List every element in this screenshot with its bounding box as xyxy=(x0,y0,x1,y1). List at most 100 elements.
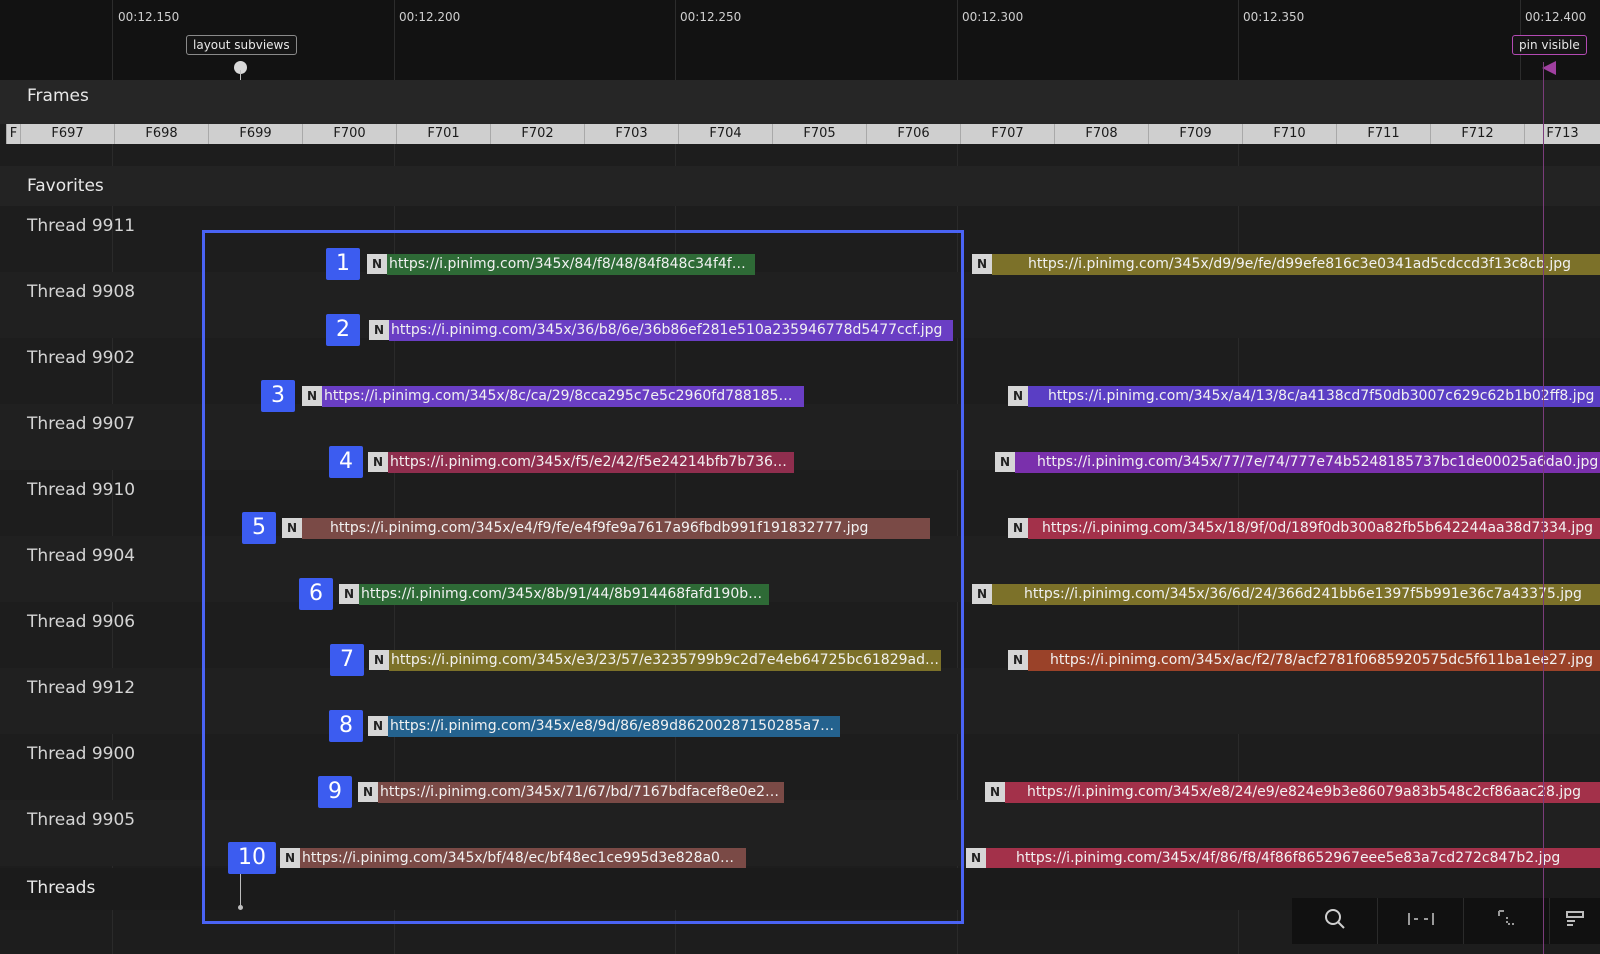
numbered-badge: 8 xyxy=(329,710,363,742)
panel-toggle-button[interactable] xyxy=(1550,898,1600,944)
network-interval-bar[interactable]: https://i.pinimg.com/345x/e3/23/57/e3235… xyxy=(389,650,941,671)
network-n-icon: N xyxy=(358,782,378,802)
network-n-icon: N xyxy=(369,320,389,340)
network-n-icon: N xyxy=(985,782,1005,802)
thread-name: Thread 9902 xyxy=(27,348,136,368)
thread-name: Thread 9904 xyxy=(27,546,136,566)
network-interval-bar[interactable]: https://i.pinimg.com/345x/e8/24/e9/e824e… xyxy=(1005,782,1600,803)
numbered-badge: 6 xyxy=(299,578,333,610)
frame-cell[interactable]: F702 xyxy=(490,124,584,144)
threads-label: Threads xyxy=(27,878,96,898)
frames-label: Frames xyxy=(27,86,89,106)
network-n-icon: N xyxy=(1008,518,1028,538)
crop-selection-icon xyxy=(1496,908,1518,935)
numbered-badge: 1 xyxy=(326,248,360,280)
frame-cell[interactable]: F709 xyxy=(1148,124,1242,144)
time-tick-label: 00:12.400 xyxy=(1525,10,1587,24)
network-interval-bar[interactable]: https://i.pinimg.com/345x/bf/48/ec/bf48e… xyxy=(300,848,746,869)
thread-name: Thread 9900 xyxy=(27,744,136,764)
numbered-badge: 7 xyxy=(330,644,364,676)
tick-line xyxy=(1238,0,1239,80)
frame-cell[interactable]: F706 xyxy=(866,124,960,144)
network-n-icon: N xyxy=(1008,386,1028,406)
timeline-app: 00:12.150 00:12.200 00:12.250 00:12.300 … xyxy=(0,0,1600,954)
frame-cell[interactable]: F708 xyxy=(1054,124,1148,144)
network-n-icon: N xyxy=(339,584,359,604)
tick-line xyxy=(675,0,676,80)
frame-cell[interactable]: F700 xyxy=(302,124,396,144)
frame-cell[interactable]: F710 xyxy=(1242,124,1336,144)
network-interval-bar[interactable]: https://i.pinimg.com/345x/84/f8/48/84f84… xyxy=(387,254,755,275)
network-interval-bar[interactable]: https://i.pinimg.com/345x/77/7e/74/777e7… xyxy=(1015,452,1600,473)
pin-visible-marker-label[interactable]: pin visible xyxy=(1512,35,1587,55)
network-interval-bar[interactable]: https://i.pinimg.com/345x/ac/f2/78/acf27… xyxy=(1028,650,1600,671)
tick-line xyxy=(957,0,958,80)
network-n-icon: N xyxy=(280,848,300,868)
network-interval-bar[interactable]: https://i.pinimg.com/345x/e4/f9/fe/e4f9f… xyxy=(302,518,930,539)
frame-cell[interactable]: F704 xyxy=(678,124,772,144)
pin-visible-line xyxy=(1543,62,1544,954)
thread-name: Thread 9911 xyxy=(27,216,136,236)
network-interval-bar[interactable]: https://i.pinimg.com/345x/e8/9d/86/e89d8… xyxy=(388,716,840,737)
network-interval-bar[interactable]: https://i.pinimg.com/345x/4f/86/f8/4f86f… xyxy=(986,848,1600,869)
crop-selection-button[interactable] xyxy=(1464,898,1551,944)
network-interval-bar[interactable]: https://i.pinimg.com/345x/a4/13/8c/a4138… xyxy=(1028,386,1600,407)
frame-cell[interactable]: F703 xyxy=(584,124,678,144)
frame-cell[interactable]: F705 xyxy=(772,124,866,144)
panel-toggle-icon xyxy=(1565,909,1585,934)
thread-name: Thread 9907 xyxy=(27,414,136,434)
timeline-toolbar xyxy=(1292,898,1600,944)
frame-cell[interactable]: F713 xyxy=(1524,124,1600,144)
fit-range-button[interactable] xyxy=(1378,898,1465,944)
time-tick-label: 00:12.200 xyxy=(399,10,461,24)
frame-cell[interactable]: F xyxy=(6,124,20,144)
tick-line xyxy=(394,0,395,80)
network-n-icon: N xyxy=(368,452,388,472)
network-interval-bar[interactable]: https://i.pinimg.com/345x/36/6d/24/366d2… xyxy=(992,584,1600,605)
network-n-icon: N xyxy=(972,254,992,274)
network-n-icon: N xyxy=(302,386,322,406)
layout-subviews-marker-label[interactable]: layout subviews xyxy=(186,35,297,55)
network-interval-bar[interactable]: https://i.pinimg.com/345x/f5/e2/42/f5e24… xyxy=(388,452,794,473)
frame-cell[interactable]: F707 xyxy=(960,124,1054,144)
numbered-badge: 9 xyxy=(318,776,352,808)
thread-name: Thread 9910 xyxy=(27,480,136,500)
numbered-badge: 2 xyxy=(326,314,360,346)
network-interval-bar[interactable]: https://i.pinimg.com/345x/8b/91/44/8b914… xyxy=(359,584,769,605)
frame-cell[interactable]: F697 xyxy=(20,124,114,144)
time-tick-label: 00:12.300 xyxy=(962,10,1024,24)
numbered-badge: 4 xyxy=(329,446,363,478)
network-interval-bar[interactable]: https://i.pinimg.com/345x/d9/9e/fe/d99ef… xyxy=(992,254,1600,275)
network-n-icon: N xyxy=(368,716,388,736)
layout-marker-end xyxy=(238,905,243,910)
network-n-icon: N xyxy=(1008,650,1028,670)
frame-cell[interactable]: F698 xyxy=(114,124,208,144)
network-n-icon: N xyxy=(369,650,389,670)
network-interval-bar[interactable]: https://i.pinimg.com/345x/71/67/bd/7167b… xyxy=(378,782,784,803)
layout-marker-stem xyxy=(240,868,241,908)
thread-name: Thread 9908 xyxy=(27,282,136,302)
thread-name: Thread 9906 xyxy=(27,612,136,632)
network-interval-bar[interactable]: https://i.pinimg.com/345x/18/9f/0d/189f0… xyxy=(1028,518,1600,539)
network-interval-bar[interactable]: https://i.pinimg.com/345x/8c/ca/29/8cca2… xyxy=(322,386,804,407)
network-n-icon: N xyxy=(972,584,992,604)
pin-flag-icon[interactable] xyxy=(1542,61,1556,75)
frames-track: Frames xyxy=(0,80,1600,124)
time-tick-label: 00:12.150 xyxy=(118,10,180,24)
frame-cell[interactable]: F711 xyxy=(1336,124,1430,144)
thread-name: Thread 9912 xyxy=(27,678,136,698)
frame-cell[interactable]: F701 xyxy=(396,124,490,144)
frame-cell[interactable]: F699 xyxy=(208,124,302,144)
network-interval-bar[interactable]: https://i.pinimg.com/345x/36/b8/6e/36b86… xyxy=(389,320,953,341)
search-icon xyxy=(1324,908,1346,935)
thread-name: Thread 9905 xyxy=(27,810,136,830)
numbered-badge: 3 xyxy=(261,380,295,412)
network-n-icon: N xyxy=(282,518,302,538)
numbered-badge: 5 xyxy=(242,512,276,544)
frame-cell[interactable]: F712 xyxy=(1430,124,1524,144)
network-n-icon: N xyxy=(995,452,1015,472)
search-button[interactable] xyxy=(1292,898,1379,944)
frame-strip: F F697 F698 F699 F700 F701 F702 F703 F70… xyxy=(6,124,1600,144)
network-n-icon: N xyxy=(966,848,986,868)
favorites-label: Favorites xyxy=(27,176,104,196)
